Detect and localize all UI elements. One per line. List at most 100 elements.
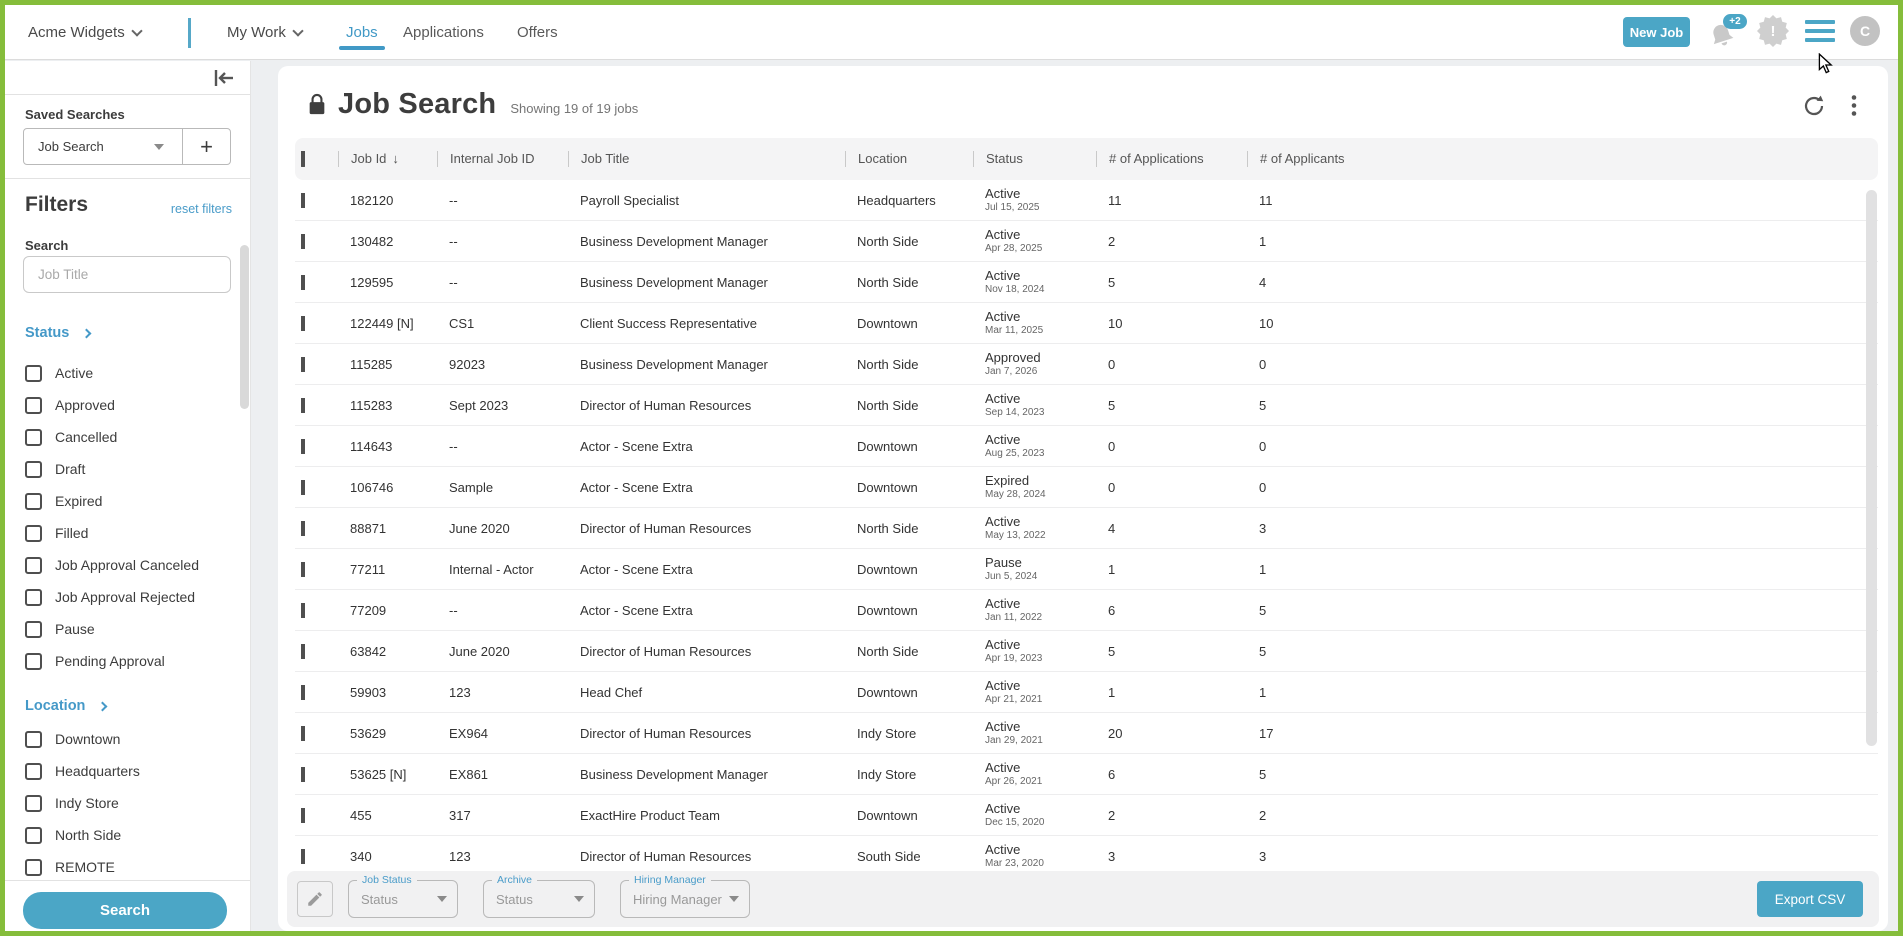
- table-body: 182120 -- Payroll Specialist Headquarter…: [295, 180, 1878, 877]
- table-row[interactable]: 130482 -- Business Development Manager N…: [295, 221, 1878, 262]
- row-checkbox[interactable]: [301, 480, 305, 495]
- table-row[interactable]: 182120 -- Payroll Specialist Headquarter…: [295, 180, 1878, 221]
- table-row[interactable]: 129595 -- Business Development Manager N…: [295, 262, 1878, 303]
- sidebar-scrollbar[interactable]: [240, 245, 249, 409]
- table-row[interactable]: 115283 Sept 2023 Director of Human Resou…: [295, 385, 1878, 426]
- row-checkbox[interactable]: [301, 193, 305, 208]
- job-status-select[interactable]: Job Status Status: [348, 880, 458, 918]
- filter-option[interactable]: Pause: [25, 613, 240, 645]
- saved-search-select[interactable]: Job Search +: [23, 128, 231, 165]
- checkbox[interactable]: [25, 589, 42, 606]
- add-saved-search-button[interactable]: +: [183, 134, 230, 160]
- row-checkbox[interactable]: [301, 521, 305, 536]
- checkbox[interactable]: [25, 731, 42, 748]
- checkbox[interactable]: [25, 525, 42, 542]
- table-row[interactable]: 59903 123 Head Chef Downtown Active Apr …: [295, 672, 1878, 713]
- checkbox[interactable]: [25, 557, 42, 574]
- table-row[interactable]: 77209 -- Actor - Scene Extra Downtown Ac…: [295, 590, 1878, 631]
- table-row[interactable]: 63842 June 2020 Director of Human Resour…: [295, 631, 1878, 672]
- table-row[interactable]: 88871 June 2020 Director of Human Resour…: [295, 508, 1878, 549]
- row-checkbox[interactable]: [301, 849, 305, 864]
- export-csv-button[interactable]: Export CSV: [1757, 881, 1863, 917]
- row-checkbox[interactable]: [301, 767, 305, 782]
- hiring-manager-select[interactable]: Hiring Manager Hiring Manager: [620, 880, 750, 918]
- row-checkbox[interactable]: [301, 398, 305, 413]
- table-row[interactable]: 455 317 ExactHire Product Team Downtown …: [295, 795, 1878, 836]
- checkbox[interactable]: [25, 859, 42, 876]
- row-checkbox[interactable]: [301, 562, 305, 577]
- location-section-toggle[interactable]: Location: [25, 698, 106, 714]
- table-row[interactable]: 77211 Internal - Actor Actor - Scene Ext…: [295, 549, 1878, 590]
- edit-button[interactable]: [297, 881, 333, 917]
- tab-applications[interactable]: Applications: [403, 5, 484, 60]
- company-menu[interactable]: Acme Widgets: [28, 5, 141, 60]
- row-checkbox[interactable]: [301, 808, 305, 823]
- checkbox[interactable]: [25, 653, 42, 670]
- tab-jobs[interactable]: Jobs: [346, 5, 378, 60]
- column-header-status[interactable]: Status: [973, 151, 1096, 167]
- filter-option[interactable]: Draft: [25, 453, 240, 485]
- filter-option[interactable]: Cancelled: [25, 421, 240, 453]
- row-checkbox[interactable]: [301, 234, 305, 249]
- filter-option[interactable]: Indy Store: [25, 787, 240, 819]
- search-button[interactable]: Search: [23, 892, 227, 929]
- filter-option[interactable]: Active: [25, 357, 240, 389]
- row-checkbox[interactable]: [301, 685, 305, 700]
- filter-option[interactable]: Job Approval Canceled: [25, 549, 240, 581]
- filter-option[interactable]: Pending Approval: [25, 645, 240, 677]
- my-work-menu[interactable]: My Work: [227, 5, 302, 60]
- row-checkbox[interactable]: [301, 439, 305, 454]
- notifications-button[interactable]: +2: [1707, 14, 1747, 54]
- checkbox[interactable]: [25, 365, 42, 382]
- table-scrollbar[interactable]: [1866, 190, 1877, 746]
- collapse-sidebar-icon[interactable]: [212, 68, 236, 93]
- checkbox[interactable]: [25, 621, 42, 638]
- refresh-icon[interactable]: [1802, 94, 1826, 123]
- new-job-button[interactable]: New Job: [1623, 17, 1690, 47]
- filter-option[interactable]: Job Approval Rejected: [25, 581, 240, 613]
- checkbox[interactable]: [25, 763, 42, 780]
- alerts-button[interactable]: !: [1757, 15, 1789, 47]
- checkbox[interactable]: [25, 795, 42, 812]
- table-row[interactable]: 53625 [N] EX861 Business Development Man…: [295, 754, 1878, 795]
- tab-offers[interactable]: Offers: [517, 5, 558, 60]
- archive-select[interactable]: Archive Status: [483, 880, 595, 918]
- table-row[interactable]: 122449 [N] CS1 Client Success Representa…: [295, 303, 1878, 344]
- table-row[interactable]: 106746 Sample Actor - Scene Extra Downto…: [295, 467, 1878, 508]
- hamburger-menu-icon[interactable]: [1805, 20, 1835, 45]
- filter-option[interactable]: REMOTE: [25, 851, 240, 883]
- row-checkbox[interactable]: [301, 603, 305, 618]
- column-header-applications[interactable]: # of Applications: [1096, 151, 1247, 167]
- column-header-job-id[interactable]: Job Id↓: [338, 151, 437, 167]
- filter-option[interactable]: Filled: [25, 517, 240, 549]
- row-checkbox[interactable]: [301, 275, 305, 290]
- filter-option[interactable]: Approved: [25, 389, 240, 421]
- reset-filters-link[interactable]: reset filters: [171, 202, 232, 216]
- table-row[interactable]: 115285 92023 Business Development Manage…: [295, 344, 1878, 385]
- table-row[interactable]: 114643 -- Actor - Scene Extra Downtown A…: [295, 426, 1878, 467]
- checkbox[interactable]: [25, 397, 42, 414]
- row-checkbox[interactable]: [301, 357, 305, 372]
- column-header-applicants[interactable]: # of Applicants: [1247, 151, 1878, 167]
- column-header-job-title[interactable]: Job Title: [568, 151, 845, 167]
- filter-option[interactable]: Headquarters: [25, 755, 240, 787]
- select-all-checkbox[interactable]: [301, 151, 305, 167]
- row-checkbox[interactable]: [301, 644, 305, 659]
- table-row[interactable]: 53629 EX964 Director of Human Resources …: [295, 713, 1878, 754]
- job-title-search-input[interactable]: [23, 256, 231, 293]
- checkbox[interactable]: [25, 493, 42, 510]
- filter-option[interactable]: Expired: [25, 485, 240, 517]
- user-avatar[interactable]: C: [1850, 16, 1880, 46]
- row-checkbox[interactable]: [301, 316, 305, 331]
- checkbox[interactable]: [25, 827, 42, 844]
- column-header-location[interactable]: Location: [845, 151, 973, 167]
- filter-option[interactable]: North Side: [25, 819, 240, 851]
- filter-option[interactable]: Downtown: [25, 723, 240, 755]
- status-section-toggle[interactable]: Status: [25, 325, 90, 341]
- more-options-icon[interactable]: [1844, 94, 1864, 123]
- checkbox[interactable]: [25, 429, 42, 446]
- row-checkbox[interactable]: [301, 726, 305, 741]
- checkbox[interactable]: [25, 461, 42, 478]
- cell-internal-job-id: 123: [437, 685, 568, 700]
- column-header-internal-job-id[interactable]: Internal Job ID: [437, 151, 568, 167]
